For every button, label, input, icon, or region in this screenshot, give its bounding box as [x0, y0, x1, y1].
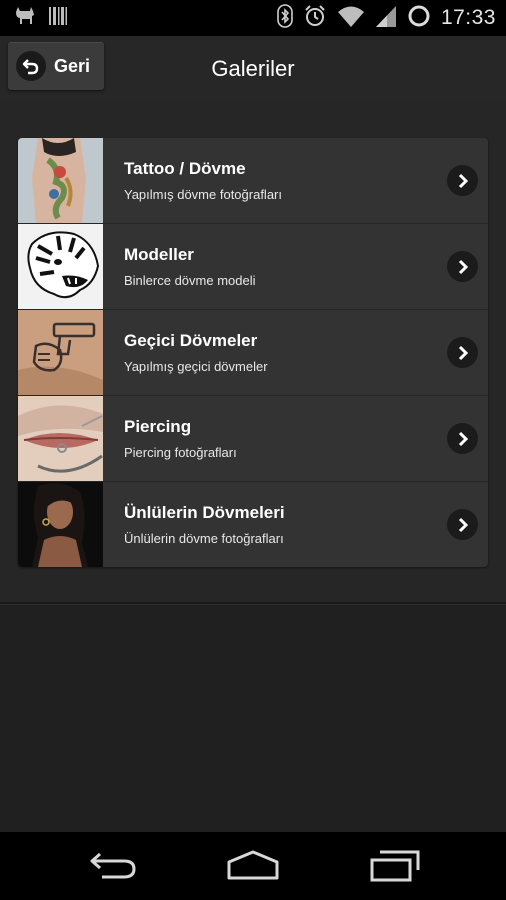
barcode-notification-icon: [48, 6, 68, 31]
home-nav-icon[interactable]: [226, 848, 280, 889]
gallery-item-title: Tattoo / Dövme: [124, 159, 246, 178]
gallery-item-title: Ünlülerin Dövmeleri: [124, 503, 285, 522]
signal-icon: [375, 4, 397, 33]
gallery-list: Tattoo / Dövme Yapılmış dövme fotoğrafla…: [18, 138, 488, 567]
gallery-item-subtitle: Binlerce dövme modeli: [124, 273, 256, 288]
system-nav-bar: [0, 832, 506, 900]
recent-apps-icon[interactable]: [368, 848, 422, 889]
gallery-item-subtitle: Piercing fotoğrafları: [124, 445, 237, 460]
page-title: Galeriler: [211, 56, 295, 81]
content-divider: [0, 602, 506, 605]
gallery-item-subtitle: Yapılmış dövme fotoğrafları: [124, 187, 282, 202]
gallery-item-subtitle: Ünlülerin dövme fotoğrafları: [124, 531, 284, 546]
gallery-item-models[interactable]: Modeller Binlerce dövme modeli: [18, 224, 488, 310]
cat-notification-icon: [14, 6, 36, 31]
chevron-right-icon: [447, 165, 478, 196]
temporary-tattoo-thumbnail: [18, 310, 103, 395]
celebrity-thumbnail: [18, 482, 103, 567]
status-bar: 17:33: [0, 0, 506, 36]
tattoo-thumbnail: [18, 138, 103, 223]
action-bar: Geri Galeriler: [0, 36, 506, 102]
gallery-item-title: Piercing: [124, 417, 192, 436]
gallery-item-celebrity-tattoos[interactable]: Ünlülerin Dövmeleri Ünlülerin dövme foto…: [18, 482, 488, 567]
gallery-item-title: Geçici Dövmeler: [124, 331, 258, 350]
gallery-item-subtitle: Yapılmış geçici dövmeler: [124, 359, 268, 374]
wifi-icon: [337, 4, 365, 33]
clock-time: 17:33: [440, 6, 496, 29]
gallery-item-temporary-tattoos[interactable]: Geçici Dövmeler Yapılmış geçici dövmeler: [18, 310, 488, 396]
chevron-right-icon: [447, 423, 478, 454]
back-nav-icon[interactable]: [88, 848, 138, 889]
chevron-right-icon: [447, 509, 478, 540]
chevron-right-icon: [447, 251, 478, 282]
gallery-item-title: Modeller: [124, 245, 194, 264]
battery-icon: [407, 4, 431, 33]
gallery-item-tattoo[interactable]: Tattoo / Dövme Yapılmış dövme fotoğrafla…: [18, 138, 488, 224]
chevron-right-icon: [447, 337, 478, 368]
piercing-thumbnail: [18, 396, 103, 481]
tiger-thumbnail: [18, 224, 103, 309]
alarm-icon: [303, 4, 327, 33]
gallery-item-piercing[interactable]: Piercing Piercing fotoğrafları: [18, 396, 488, 482]
bluetooth-icon: [277, 3, 293, 33]
content-area: Tattoo / Dövme Yapılmış dövme fotoğrafla…: [0, 102, 506, 602]
